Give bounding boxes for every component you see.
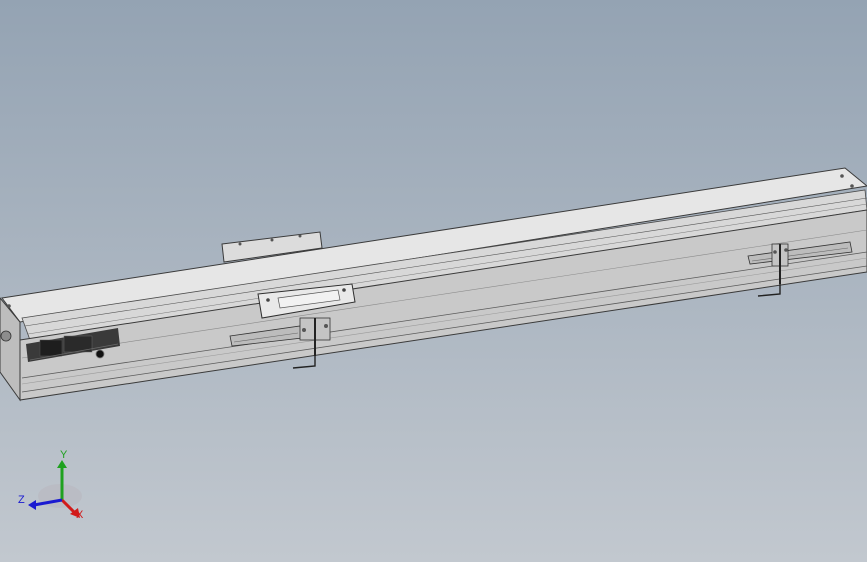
coordinate-triad: Y X Z [18, 449, 84, 521]
y-axis-label: Y [60, 449, 68, 461]
graphics-viewport[interactable]: Y X Z [0, 0, 867, 562]
linear-actuator-model[interactable]: Y X Z [0, 0, 867, 562]
x-axis-label: X [76, 509, 84, 521]
z-axis-label: Z [18, 494, 25, 506]
